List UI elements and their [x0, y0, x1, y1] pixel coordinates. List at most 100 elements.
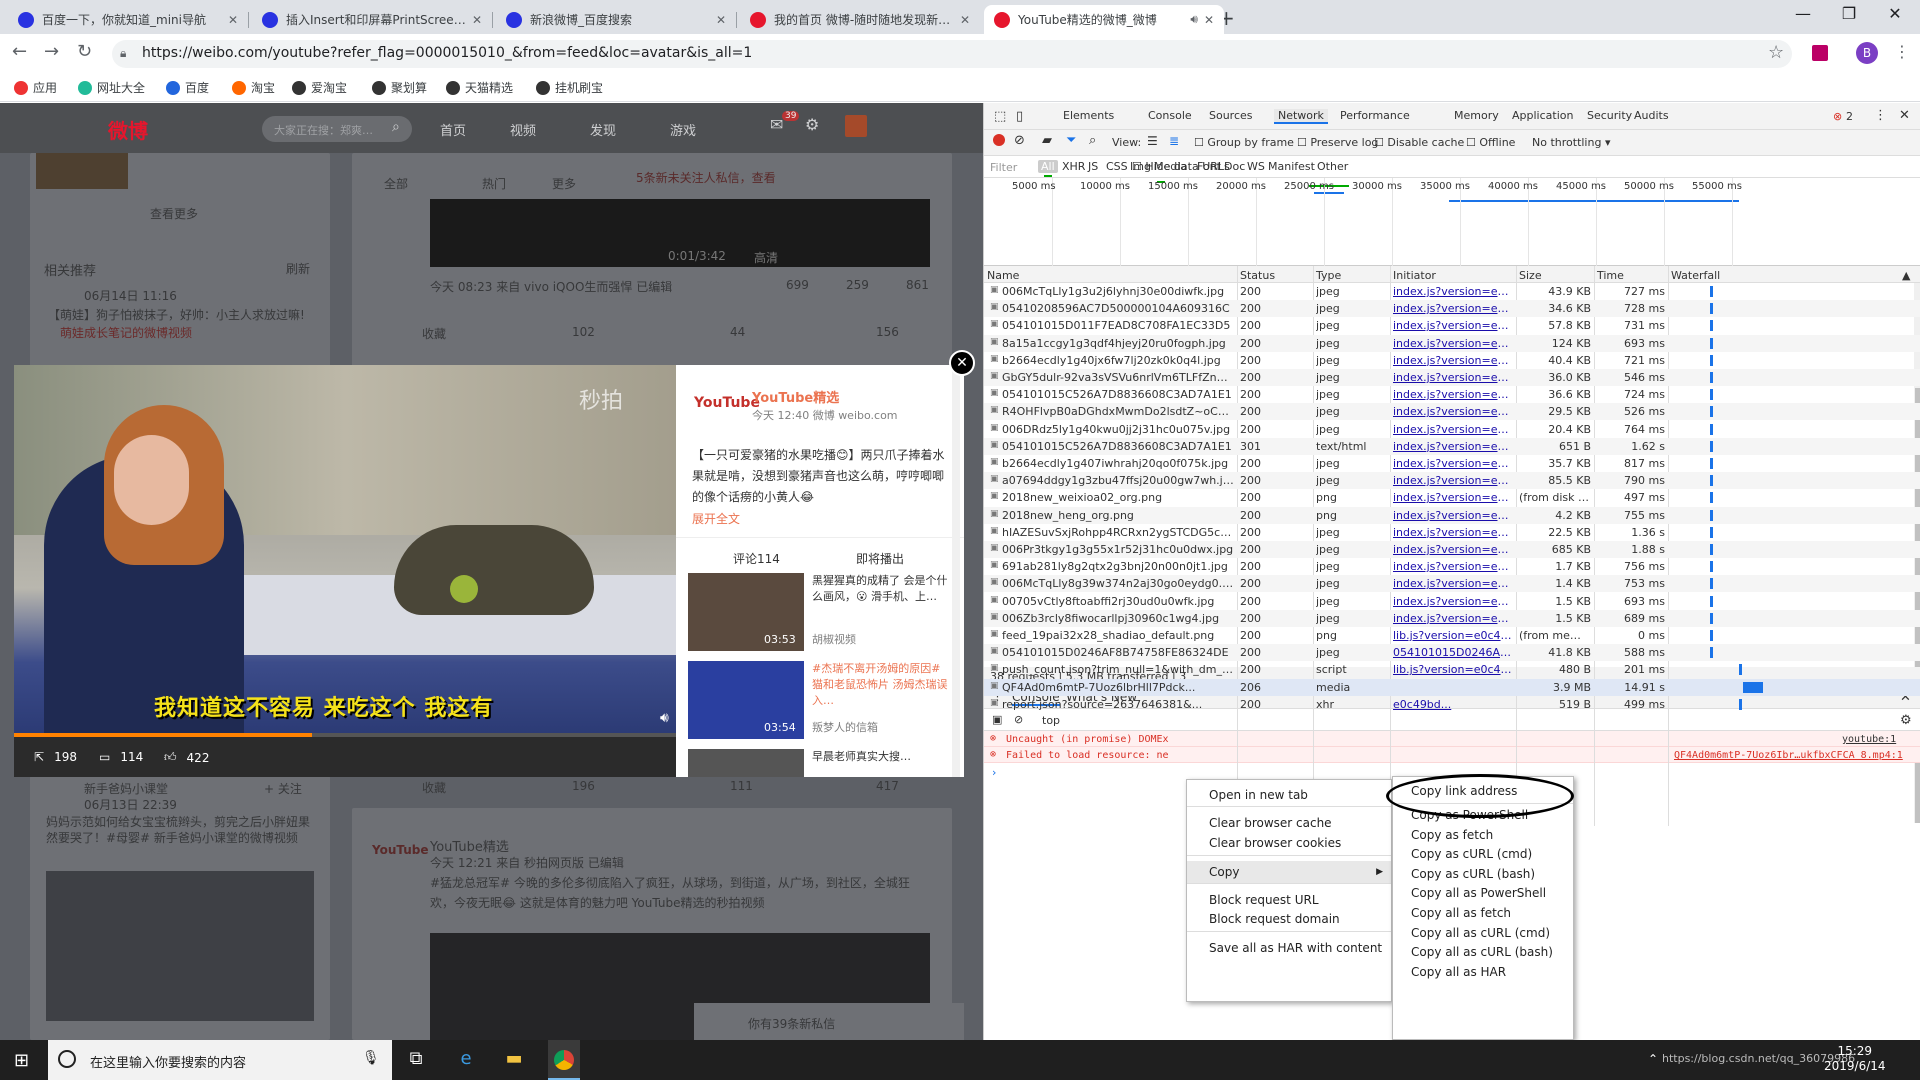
stat-comment-3[interactable]: 111	[730, 779, 753, 793]
taskbar-search-input[interactable]: 在这里输入你要搜索的内容	[48, 1040, 392, 1080]
console-settings-icon[interactable]: ⚙	[1900, 713, 1912, 728]
cell-name[interactable]: 8a15a1ccgy1g3qdf4hjeyj20ru0fogph.jpg	[1002, 337, 1234, 350]
filter-type-xhr[interactable]: XHR	[1062, 160, 1085, 173]
file-explorer-icon[interactable]: ▬	[502, 1048, 526, 1072]
cell-name[interactable]: feed_19pai32x28_shadiao_default.png	[1002, 629, 1234, 642]
context-menu-item[interactable]: Save all as HAR with content	[1187, 937, 1391, 959]
cell-init[interactable]: index.js?version=e0c49bd...	[1393, 354, 1515, 367]
network-row[interactable]: ▣hIAZESuvSxjRohpp4RCRxn2ygSTCDG5c7uv9ew_…	[984, 524, 1920, 541]
cell-name[interactable]: 054101015C526A7D8836608C3AD7A1E1	[1002, 388, 1234, 401]
context-select[interactable]: top	[1042, 714, 1060, 727]
weibo-search-input[interactable]: 大家正在搜：郑爽…	[262, 116, 412, 142]
network-row[interactable]: ▣ b2664ecdly1g407iwhrahj20qo0f075k.jpg 200…	[984, 455, 1920, 472]
inspect-icon[interactable]: ⬚	[994, 109, 1006, 124]
column-header-type[interactable]: Type	[1316, 269, 1341, 282]
devtools-close-icon[interactable]: ✕	[1899, 108, 1910, 123]
error-icon[interactable]: ⊗	[1833, 110, 1842, 123]
fav-label-2[interactable]: 收藏	[422, 779, 446, 796]
youtube-logo[interactable]: YouTube	[694, 395, 760, 411]
cell-init[interactable]: index.js?version=e0c49bd...	[1393, 405, 1515, 418]
column-header-size[interactable]: Size	[1519, 269, 1542, 282]
stat-like-2[interactable]: 156	[876, 325, 899, 339]
screenshot-icon[interactable]: ▰	[1042, 133, 1052, 148]
disable-cache-checkbox[interactable]: ☐ Disable cache	[1374, 136, 1464, 149]
refresh-link[interactable]: 刷新	[286, 260, 310, 277]
stat-comment[interactable]: 259	[846, 278, 869, 292]
nav-video[interactable]: 视频	[510, 120, 536, 139]
up-next-author[interactable]: 胡椒视频	[812, 631, 856, 647]
sort-arrow-icon[interactable]: ▲	[1902, 269, 1910, 282]
stat-like-3[interactable]: 417	[876, 779, 899, 793]
follow-button[interactable]: + 关注	[264, 780, 302, 797]
group-by-frame-checkbox[interactable]: ☐ Group by frame	[1194, 136, 1294, 149]
column-header-time[interactable]: Time	[1597, 269, 1624, 282]
cell-name[interactable]: GbGY5dulr-92va3sVSVu6nrlVm6TLFfZnmGlhw__…	[1002, 371, 1234, 384]
cell-name[interactable]: 054101015D011F7EAD8C708FA1EC33D5	[1002, 319, 1234, 332]
filter-type-all[interactable]: All	[1038, 160, 1058, 173]
tab-up-next[interactable]: 即将播出	[856, 550, 904, 567]
cell-init[interactable]: index.js?version=e0c49bd...	[1393, 423, 1515, 436]
stat-share-3[interactable]: 196	[572, 779, 595, 793]
preserve-log-checkbox[interactable]: ☐ Preserve log	[1297, 136, 1378, 149]
expand-link[interactable]: 展开全文	[692, 510, 740, 527]
cell-name[interactable]: a07694ddgy1g3zbu47ffsj20u00gw7wh.jpg	[1002, 474, 1234, 487]
column-header-name[interactable]: Name	[987, 269, 1019, 282]
settings-icon[interactable]: ⚙	[805, 115, 819, 134]
cell-init[interactable]: index.js?version=e0c49bd...	[1393, 388, 1515, 401]
cell-init[interactable]: index.js?version=e0c49bd...	[1393, 440, 1515, 453]
devtools-tab-performance[interactable]: Performance	[1340, 109, 1410, 122]
cell-init[interactable]: index.js?version=e0c49bd...	[1393, 560, 1515, 573]
weibo-logo[interactable]: 微博	[108, 115, 148, 144]
search-icon[interactable]: ⌕	[392, 119, 400, 135]
feed-tab-more[interactable]: 更多	[552, 175, 576, 192]
cell-name[interactable]: 006Zb3rcly8fiwocarllpj30960c1wg4.jpg	[1002, 612, 1234, 625]
filter-type-ws[interactable]: WS	[1247, 160, 1265, 173]
cell-init[interactable]: index.js?version=e0c49bd...	[1393, 474, 1515, 487]
cell-init[interactable]: index.js?version=e0c49bd...	[1393, 543, 1515, 556]
fav-label[interactable]: 收藏	[422, 325, 446, 342]
tab-close-icon[interactable]: ✕	[960, 13, 970, 27]
taskbar-clock[interactable]: 15:29 2019/6/14	[1824, 1044, 1886, 1074]
browser-tab[interactable]: YouTube精选的微博_微博 🔊︎ ✕	[984, 5, 1224, 34]
side-user[interactable]: YouTube精选	[752, 387, 839, 406]
share-stat[interactable]: ⇱ 198	[34, 750, 77, 764]
filter-type-other[interactable]: Other	[1317, 160, 1348, 173]
bookmark-7[interactable]: 挂机刷宝	[536, 79, 603, 96]
cell-name[interactable]: 2018new_weixioa02_org.png	[1002, 491, 1234, 504]
bookmark-5[interactable]: 聚划算	[372, 79, 427, 96]
extension-icon[interactable]	[1812, 45, 1828, 61]
forward-button[interactable]: →	[44, 41, 59, 62]
video-player[interactable]: 秒拍 我知道这不容易 来吃这个 我这有 🔊︎	[14, 365, 676, 737]
cell-init[interactable]: e0c49bd...	[1393, 698, 1515, 711]
cell-name[interactable]: 054101015C526A7D8836608C3AD7A1E1	[1002, 440, 1234, 453]
close-window-button[interactable]: ✕	[1872, 4, 1918, 23]
network-row[interactable]: ▣ 05410208596AC7D500000104A609316C 200 jpeg…	[984, 300, 1920, 318]
console-prompt[interactable]: ›	[992, 766, 996, 779]
cortana-icon[interactable]	[58, 1050, 76, 1068]
devtools-tab-console[interactable]: Console	[1148, 109, 1192, 122]
cell-init[interactable]: index.js?version=e0c49bd...	[1393, 612, 1515, 625]
maximize-button[interactable]: ❐	[1826, 4, 1872, 23]
context-menu-item[interactable]: Clear browser cookies	[1187, 832, 1391, 854]
follow-user[interactable]: 新手爸妈小课堂	[84, 780, 168, 797]
cell-name[interactable]: R4OHFlvpB0aDGhdxMwmDo2lsdtZ~oCpQMPtwNg..…	[1002, 405, 1234, 418]
browser-tab[interactable]: 我的首页 微博-随时随地发现新鲜… ✕	[740, 5, 980, 34]
column-header-status[interactable]: Status	[1240, 269, 1275, 282]
notice-text[interactable]: 5条新未关注人私信，查看	[636, 169, 776, 186]
bookmark-1[interactable]: 网址大全	[78, 79, 145, 96]
devtools-tab-memory[interactable]: Memory	[1454, 109, 1499, 122]
feed-tab-hot[interactable]: 热门	[482, 175, 506, 192]
console-error-2-source[interactable]: QF4Ad0m6mtP-7Uoz6Ibr…ukfbxCFCA 8.mp4:1	[1674, 750, 1903, 761]
cell-name[interactable]: 006Pr3tkgy1g3g55x1r52j31hc0u0dwx.jpg	[1002, 543, 1234, 556]
cell-name[interactable]: 006McTqLly8g39w374n2aj30go0eydg0.jpg	[1002, 577, 1234, 590]
cell-init[interactable]: index.js?version=e0c49bd...	[1393, 457, 1515, 470]
sidebar-toggle-icon[interactable]: ▣	[992, 713, 1002, 726]
submenu-item[interactable]: Copy all as HAR	[1393, 962, 1573, 984]
network-row[interactable]: ▣ report.json?source=2637646381&... 200 xhr…	[984, 696, 1920, 713]
network-row[interactable]: ▣ 006McTqLly8g39w374n2aj30go0eydg0.jpg 200…	[984, 575, 1920, 593]
filter-type-manifest[interactable]: Manifest	[1268, 160, 1315, 173]
cell-name[interactable]: b2664ecdly1g407iwhrahj20qo0f075k.jpg	[1002, 457, 1234, 470]
comment-stat[interactable]: ▭ 114	[99, 750, 143, 764]
filter-type-doc[interactable]: Doc	[1224, 160, 1245, 173]
console-error-1-source[interactable]: youtube:1	[1842, 734, 1896, 745]
